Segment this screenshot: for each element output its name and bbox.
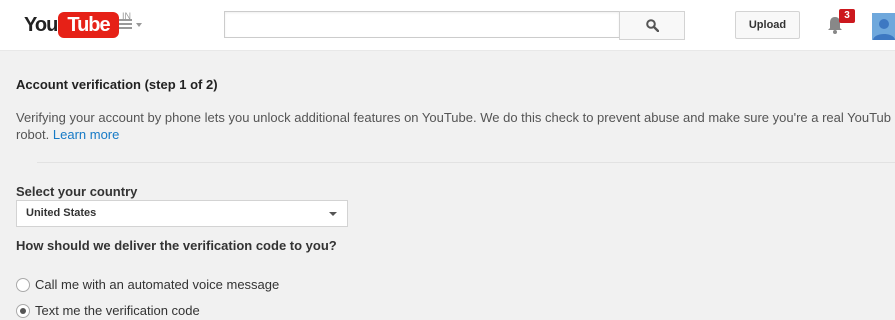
avatar[interactable] [872,13,895,40]
radio-text-message[interactable] [16,304,30,318]
upload-button[interactable]: Upload [735,11,800,39]
delivery-method-question: How should we deliver the verification c… [16,238,337,253]
section-divider [37,162,895,163]
description-text: Verifying your account by phone lets you… [16,110,892,125]
country-select[interactable]: United States [16,200,348,227]
option-voice-call-label[interactable]: Call me with an automated voice message [35,277,279,292]
avatar-icon [873,19,895,40]
country-label: Select your country [16,184,138,199]
page-title: Account verification (step 1 of 2) [16,77,218,92]
description-text-cont: robot. [16,127,50,142]
search-icon [646,19,659,32]
notification-count-badge[interactable]: 3 [839,9,855,23]
learn-more-link[interactable]: Learn more [53,127,119,142]
option-text-message-label[interactable]: Text me the verification code [35,303,200,318]
search-input[interactable] [224,11,620,38]
verification-description: Verifying your account by phone lets you… [16,109,895,143]
guide-menu-button[interactable] [119,17,147,33]
masthead: You Tube IN Upload 3 [0,0,895,51]
country-selected-value: United States [26,207,97,219]
chevron-down-icon [136,23,142,27]
logo-text-you: You [24,14,58,36]
radio-voice-call[interactable] [16,278,30,292]
logo-text-tube: Tube [58,12,119,38]
search-button[interactable] [619,11,685,40]
dropdown-caret-icon [329,212,337,216]
guide-menu-icon [119,19,132,31]
